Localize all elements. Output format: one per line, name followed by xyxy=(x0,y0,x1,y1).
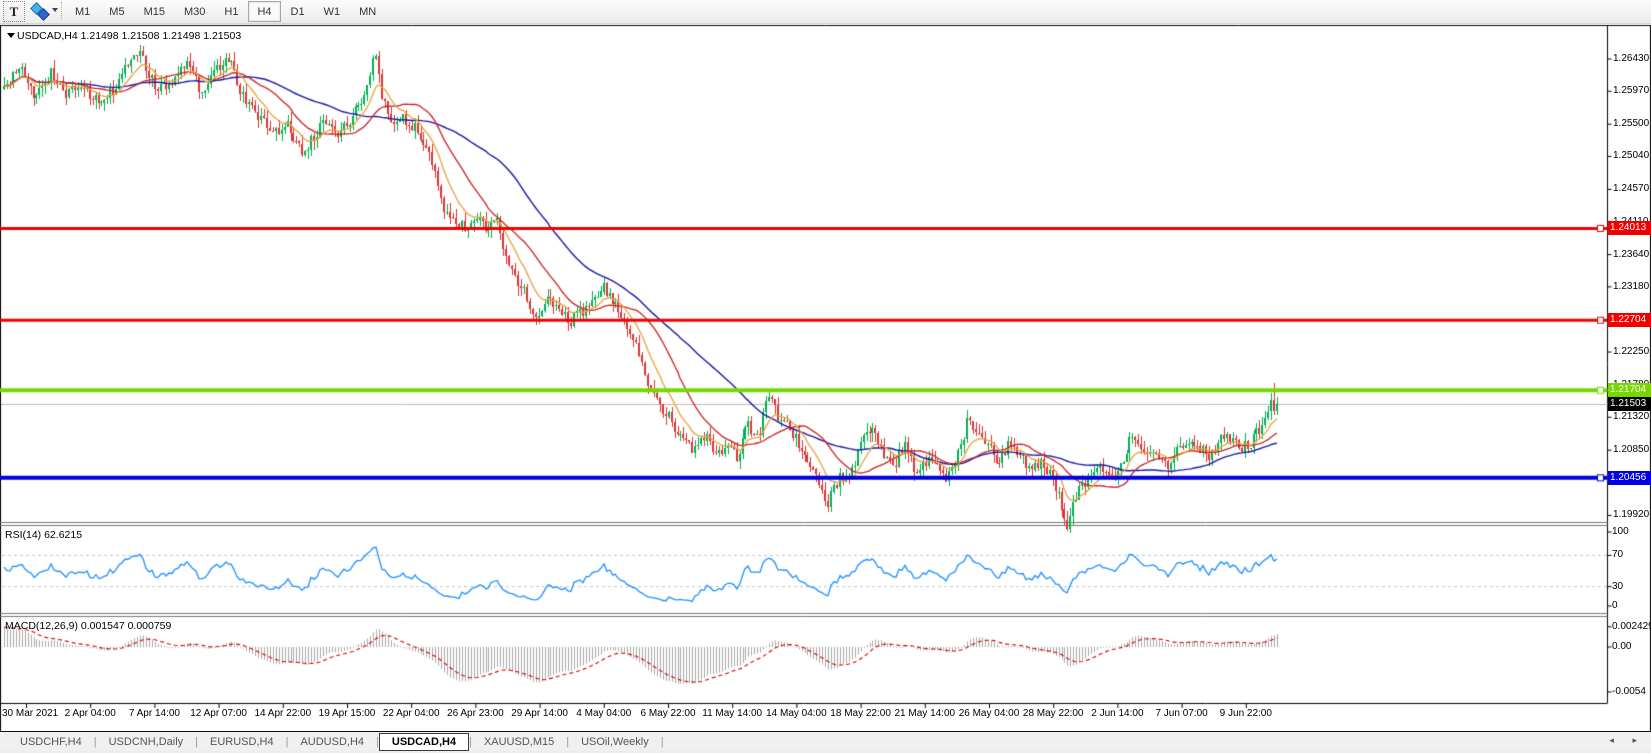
price-tick-label: 1.25500 xyxy=(1613,118,1649,130)
rsi-axis-label: 0 xyxy=(1612,600,1618,612)
price-tick-label: 1.25040 xyxy=(1613,150,1649,162)
toolbar-separator xyxy=(61,2,62,20)
level-price-tag: 1.20456 xyxy=(1608,471,1651,485)
time-tick-label: 6 May 22:00 xyxy=(640,707,695,720)
price-tick-label: 1.19920 xyxy=(1613,509,1649,521)
price-tick-label: 1.24570 xyxy=(1613,183,1649,195)
time-tick-label: 2 Jun 14:00 xyxy=(1091,707,1143,720)
rsi-axis-label: 100 xyxy=(1612,526,1629,538)
time-tick-label: 21 May 14:00 xyxy=(894,707,955,720)
tab-scroll-left-icon[interactable]: ◂ xyxy=(1609,735,1622,745)
price-tick-label: 1.23640 xyxy=(1613,249,1649,261)
macd-axis-label: 0.002429 xyxy=(1612,621,1651,633)
level-price-tag: 1.22704 xyxy=(1608,313,1651,327)
chart-collapse-icon[interactable] xyxy=(7,33,15,38)
rsi-axis-label: 30 xyxy=(1612,581,1623,593)
timeframe-button-m30[interactable]: M30 xyxy=(175,1,214,22)
timeframe-button-h4[interactable]: H4 xyxy=(248,1,280,22)
price-tick-label: 1.25970 xyxy=(1613,85,1649,97)
chart-tab-usdcad[interactable]: USDCAD,H4 xyxy=(379,733,469,751)
timeframe-button-m1[interactable]: M1 xyxy=(66,1,99,22)
time-tick-label: 11 May 14:00 xyxy=(702,707,762,720)
top-toolbar: T M1M5M15M30H1H4D1W1MN xyxy=(0,0,1651,24)
mt4-window: T M1M5M15M30H1H4D1W1MN USDCAD,H4 1.21498… xyxy=(0,0,1651,753)
time-tick-label: 7 Apr 14:00 xyxy=(129,707,180,720)
timeframe-button-m15[interactable]: M15 xyxy=(135,1,174,22)
time-tick-label: 18 May 22:00 xyxy=(830,707,891,720)
macd-axis-label: -0.0054 xyxy=(1612,686,1646,698)
chart-tab-bar: USDCHF,H4|USDCNH,Daily|EURUSD,H4|AUDUSD,… xyxy=(0,731,1651,752)
chart-canvas[interactable] xyxy=(0,0,1651,753)
time-tick-label: 26 May 04:00 xyxy=(959,707,1020,720)
tab-separator: | xyxy=(661,736,664,748)
chart-tab-usdchf[interactable]: USDCHF,H4 xyxy=(8,734,94,750)
time-tick-label: 7 Jun 07:00 xyxy=(1155,707,1207,720)
price-tick-label: 1.21320 xyxy=(1613,411,1649,423)
price-tick-label: 1.22250 xyxy=(1613,346,1649,358)
price-tick-label: 1.23180 xyxy=(1613,281,1649,293)
time-tick-label: 4 May 04:00 xyxy=(576,707,631,720)
time-tick-label: 22 Apr 04:00 xyxy=(383,707,440,720)
timeframe-button-h1[interactable]: H1 xyxy=(215,1,247,22)
time-tick-label: 30 Mar 2021 xyxy=(2,707,58,720)
tab-scroll-right-icon[interactable]: ▸ xyxy=(1632,735,1645,745)
time-tick-label: 9 Jun 22:00 xyxy=(1220,707,1272,720)
arrows-tool-button[interactable] xyxy=(28,1,58,20)
chart-tab-usdcnh[interactable]: USDCNH,Daily xyxy=(97,734,196,750)
level-price-tag: 1.24013 xyxy=(1608,221,1651,235)
chart-tab-eurusd[interactable]: EURUSD,H4 xyxy=(198,734,286,750)
chart-tab-usoil[interactable]: USOil,Weekly xyxy=(569,734,661,750)
chart-tab-audusd[interactable]: AUDUSD,H4 xyxy=(288,734,376,750)
timeframe-button-m5[interactable]: M5 xyxy=(100,1,133,22)
price-tick-label: 1.20850 xyxy=(1613,444,1649,456)
rsi-axis-label: 70 xyxy=(1612,549,1623,561)
level-price-tag: 1.21704 xyxy=(1608,383,1651,397)
time-tick-label: 12 Apr 07:00 xyxy=(190,707,247,720)
text-tool-button[interactable]: T xyxy=(3,1,25,22)
time-tick-label: 19 Apr 15:00 xyxy=(319,707,376,720)
macd-axis-label: 0.00 xyxy=(1612,641,1631,653)
time-tick-label: 14 May 04:00 xyxy=(766,707,827,720)
time-tick-label: 14 Apr 22:00 xyxy=(254,707,311,720)
chart-title: USDCAD,H4 1.21498 1.21508 1.21498 1.2150… xyxy=(17,30,241,42)
current-price-tag: 1.21503 xyxy=(1608,397,1651,411)
chevron-down-icon[interactable] xyxy=(52,8,58,12)
timeframe-button-d1[interactable]: D1 xyxy=(282,1,314,22)
price-tick-label: 1.26430 xyxy=(1613,53,1649,65)
time-tick-label: 28 May 22:00 xyxy=(1023,707,1084,720)
timeframe-button-w1[interactable]: W1 xyxy=(315,1,350,22)
time-tick-label: 29 Apr 14:00 xyxy=(511,707,568,720)
timeframe-button-mn[interactable]: MN xyxy=(350,1,385,22)
timeframe-toolbar: M1M5M15M30H1H4D1W1MN xyxy=(66,1,386,22)
macd-indicator-label: MACD(12,26,9) 0.001547 0.000759 xyxy=(5,620,171,632)
time-tick-label: 2 Apr 04:00 xyxy=(65,707,116,720)
rsi-indicator-label: RSI(14) 62.6215 xyxy=(5,529,82,541)
time-tick-label: 26 Apr 23:00 xyxy=(447,707,504,720)
chart-tab-xauusd[interactable]: XAUUSD,M15 xyxy=(472,734,566,750)
